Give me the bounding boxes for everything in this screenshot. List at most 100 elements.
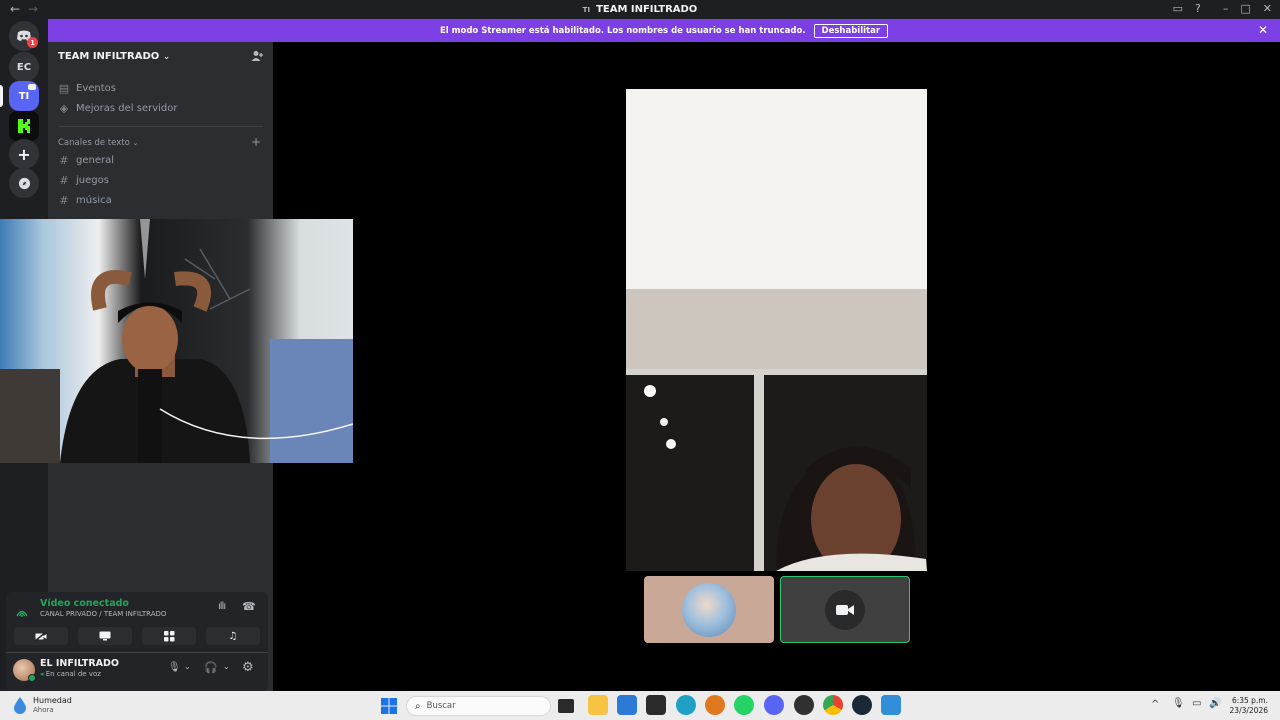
screen-share-button[interactable] [78,627,132,645]
steam-icon[interactable] [852,695,872,715]
chevron-up-icon[interactable]: ^ [1151,699,1159,710]
speaker-icon: ◂ [40,670,44,678]
channel-musica[interactable]: # música [58,194,112,207]
microphone-icon[interactable]: 🎙 [168,662,181,673]
browser-icon[interactable] [705,695,725,715]
avatar [825,589,865,630]
headphones-icon[interactable]: 🎧 [204,661,218,674]
camera-off-icon [35,631,47,641]
voice-panel: Vídeo conectado CANAL PRIVADO / TEAM INF… [6,592,268,691]
noise-suppression-icon[interactable]: ıllı [218,601,226,612]
discord-icon[interactable] [764,695,784,715]
chrome-icon[interactable] [823,695,843,715]
active-server-indicator [0,85,3,107]
clock-date: 23/3/2026 [1229,706,1268,715]
help-icon[interactable]: ? [1195,2,1201,15]
capcut-icon[interactable] [646,695,666,715]
category-label: Canales de texto [58,138,130,148]
username[interactable]: EL INFILTRADO [40,658,119,669]
activities-icon [163,630,174,641]
soundboard-button[interactable]: ♫ [206,627,260,645]
user-status-text: En canal de voz [45,670,101,678]
inbox-icon[interactable]: ▭ [1173,2,1183,15]
sidebar-item-events[interactable]: ▤ Eventos [58,82,116,95]
server-ec[interactable]: EC [9,52,39,82]
file-explorer-icon[interactable] [588,695,608,715]
server-kick-icon[interactable] [9,111,39,141]
add-server-icon[interactable]: + [9,139,39,169]
windows-taskbar: Humedad Ahora ⌕ Buscar ^ 🎙 ▭ 🔊 6:35 p.m.… [0,691,1280,720]
clock-time: 6:35 p.m. [1231,696,1268,705]
streamer-mode-banner: El modo Streamer está habilitado. Los no… [48,19,1280,42]
voice-status[interactable]: Vídeo conectado [40,598,129,609]
main-video-stream[interactable] [626,89,927,571]
explore-icon[interactable] [9,168,39,198]
camera-off-button[interactable] [14,627,68,645]
channel-general[interactable]: # general [58,154,114,167]
channel-label: juegos [76,175,109,186]
soundboard-icon: ♫ [228,630,238,642]
banner-message: El modo Streamer está habilitado. Los no… [439,25,806,36]
signal-icon[interactable] [16,602,28,621]
close-window-icon[interactable]: ✕ [1263,2,1272,15]
voice-indicator-icon [28,84,36,90]
whatsapp-icon[interactable] [734,695,754,715]
chevron-down-icon[interactable]: ⌄ [223,662,230,671]
webcam-person-image [0,219,353,463]
close-banner-icon[interactable]: ✕ [1258,23,1268,37]
add-channel-icon[interactable]: + [251,135,261,149]
user-status: ◂ En canal de voz [40,670,101,678]
chevron-down-icon: ⌄ [132,139,139,147]
participant-tile[interactable] [644,576,774,643]
boost-gem-icon: ◈ [59,102,69,115]
weather-droplet-icon[interactable] [12,696,28,714]
channel-label: general [76,155,115,166]
window-title-text: TEAM INFILTRADO [596,4,698,15]
chevron-down-icon[interactable]: ⌄ [184,662,191,671]
voice-channel[interactable]: CANAL PRIVADO / TEAM INFILTRADO [40,610,166,618]
settings-gear-icon[interactable]: ⚙ [242,660,254,675]
online-status-dot [28,674,36,682]
window-titlebar: ← → TI TEAM INFILTRADO ▭ ? – □ ✕ [0,0,1280,19]
server-header[interactable]: TEAM INFILTRADO ⌄ [48,42,273,70]
window-controls: ▭ ? – □ ✕ [1173,2,1272,15]
disconnect-icon[interactable]: ☎ [242,600,256,613]
sidebar-item-label: Eventos [76,83,116,94]
channel-label: música [76,195,112,206]
sidebar-item-label: Mejoras del servidor [76,103,178,114]
task-view-icon[interactable] [558,699,574,713]
participant-tile-speaking[interactable] [780,576,910,643]
microphone-icon[interactable]: 🎙 [1172,698,1185,709]
taskbar-search[interactable]: ⌕ Buscar [406,696,551,716]
disable-streamer-button[interactable]: Deshabilitar [813,23,889,38]
camera-icon [836,604,854,615]
app-icon[interactable] [794,695,814,715]
volume-icon[interactable]: 🔊 [1209,698,1221,709]
category-text-channels[interactable]: Canales de texto ⌄ [58,138,138,148]
notification-badge: 1 [27,37,38,48]
maximize-icon[interactable]: □ [1240,2,1250,15]
clock[interactable]: 6:35 p.m. 23/3/2026 [1230,696,1268,716]
store-icon[interactable] [617,695,637,715]
network-icon[interactable]: ▭ [1192,698,1201,709]
divider [6,652,268,653]
windows-start-icon[interactable] [381,698,397,716]
sidebar-item-boosts[interactable]: ◈ Mejoras del servidor [58,102,178,115]
weather-title[interactable]: Humedad [33,696,72,705]
window-title: TI TEAM INFILTRADO [0,4,1280,15]
channel-juegos[interactable]: # juegos [58,174,109,187]
hashtag-icon: # [59,194,69,207]
minimize-icon[interactable]: – [1223,2,1229,15]
divider [58,126,263,127]
server-name: TEAM INFILTRADO [58,50,160,62]
server-initials-icon: TI [582,6,591,14]
activities-button[interactable] [142,627,196,645]
photos-icon[interactable] [881,695,901,715]
edge-icon[interactable] [676,695,696,715]
search-icon: ⌕ [415,700,421,712]
chevron-down-icon: ⌄ [163,51,170,61]
screen-share-icon [99,631,111,641]
invite-user-icon[interactable] [251,50,263,65]
hashtag-icon: # [59,154,69,167]
calendar-icon: ▤ [58,82,70,95]
